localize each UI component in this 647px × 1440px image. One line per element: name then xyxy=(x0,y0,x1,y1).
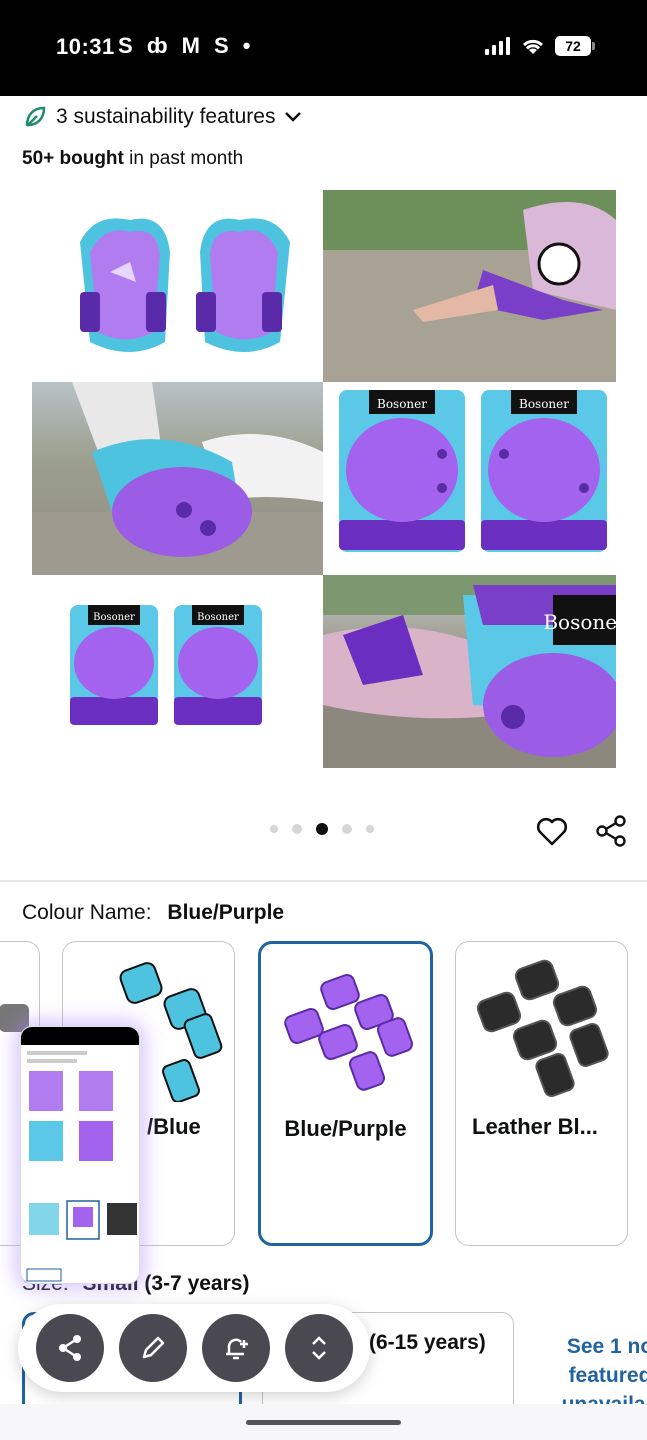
bought-count-rest: in past month xyxy=(129,148,244,169)
sustainability-label: 3 sustainability features xyxy=(56,105,276,128)
share-icon xyxy=(58,1335,81,1361)
toolbar-reminder-button[interactable] xyxy=(201,1314,270,1382)
brand-label: Bosoner xyxy=(377,397,427,411)
carousel-dot[interactable] xyxy=(342,824,352,834)
swatch-image xyxy=(476,959,609,1098)
toolbar-edit-button[interactable] xyxy=(118,1314,187,1382)
notification-icon: M xyxy=(181,33,200,58)
brand-label: Bosoner xyxy=(93,612,135,623)
product-image-elbow-pads[interactable]: Bosoner Bosoner xyxy=(323,382,616,575)
heart-icon[interactable] xyxy=(535,814,569,848)
screenshot-preview-thumbnail[interactable] xyxy=(20,1026,140,1284)
notification-icon: • xyxy=(242,33,251,58)
colour-label-text: Colour Name: xyxy=(22,901,152,924)
size-option-label: (6-15 years) xyxy=(369,1331,486,1354)
colour-option-blue-purple-selected[interactable]: Blue/Purple xyxy=(258,941,433,1246)
toolbar-share-button[interactable] xyxy=(35,1314,104,1382)
chevron-down-icon xyxy=(285,112,302,122)
sustainability-features-toggle[interactable]: 3 sustainability features xyxy=(22,104,303,130)
pencil-icon xyxy=(142,1336,164,1359)
colour-name-label: Colour Name: Blue/Purple xyxy=(22,901,284,925)
notification-icon: S xyxy=(118,33,133,58)
wrist-in-use-illustration xyxy=(323,190,616,382)
notification-icon: ȸ xyxy=(146,33,168,58)
knee-in-use-illustration xyxy=(32,382,323,575)
leaf-icon xyxy=(25,106,46,127)
colour-option-label: /Blue xyxy=(147,1114,201,1139)
product-image-wrist-in-use[interactable] xyxy=(323,190,616,382)
section-divider xyxy=(0,880,647,882)
share-icon[interactable] xyxy=(594,814,628,848)
wifi-icon xyxy=(522,39,544,54)
status-time: 10:31 xyxy=(56,34,115,59)
product-image-wrist-guards[interactable] xyxy=(32,190,323,382)
brand-label: Bosoner xyxy=(519,397,569,411)
colour-option-label: Blue/Purple xyxy=(284,1116,407,1141)
thumbnail-status-bar xyxy=(21,1027,139,1045)
notification-icon: S xyxy=(214,33,229,58)
carousel-dot[interactable] xyxy=(366,825,374,833)
signal-icon xyxy=(485,37,510,55)
bell-plus-icon xyxy=(225,1338,248,1360)
elbow-pads-illustration: Bosoner Bosoner xyxy=(339,390,607,552)
swatch-image xyxy=(284,974,413,1091)
thumbnail-content xyxy=(26,1051,137,1282)
status-bar: 10:31 S ȸ M S • 72 xyxy=(0,0,647,96)
carousel-dots[interactable] xyxy=(270,823,374,835)
colour-selected-value: Blue/Purple xyxy=(167,901,285,924)
bought-count-bold: 50+ bought xyxy=(22,148,124,169)
product-image-knee-in-use[interactable] xyxy=(32,382,323,575)
colour-option-label: Leather Bl... xyxy=(472,1114,598,1139)
screenshot-toolbar xyxy=(18,1304,370,1392)
wrist-guard-illustration xyxy=(80,218,290,352)
product-image-elbow-in-use[interactable]: Bosoner xyxy=(323,575,616,768)
carousel-dot[interactable] xyxy=(270,825,278,833)
bought-count: 50+ bought in past month xyxy=(22,148,243,170)
knee-pads-illustration: Bosoner Bosoner xyxy=(70,605,262,725)
home-indicator[interactable] xyxy=(246,1420,401,1425)
toolbar-expand-button[interactable] xyxy=(284,1314,353,1382)
brand-label: Bosoner xyxy=(197,612,239,623)
carousel-dot[interactable] xyxy=(292,824,302,834)
elbow-in-use-illustration: Bosoner xyxy=(323,575,616,768)
product-image-gallery[interactable]: Bosoner Bosoner Bosoner Bosoner Bosone xyxy=(32,190,616,768)
expand-icon xyxy=(311,1336,326,1360)
battery-icon: 72 xyxy=(555,36,595,56)
carousel-dot-active[interactable] xyxy=(316,823,328,835)
notification-icons: S ȸ M S • xyxy=(118,33,250,59)
brand-label: Bosoner xyxy=(543,610,616,634)
product-image-knee-pads[interactable]: Bosoner Bosoner xyxy=(32,575,323,768)
colour-option-leather-black[interactable]: Leather Bl... xyxy=(455,941,628,1246)
